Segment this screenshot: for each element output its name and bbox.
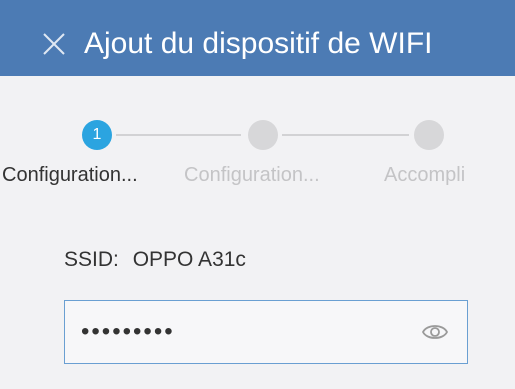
ssid-value: OPPO A31c: [132, 248, 246, 271]
step-1-indicator: 1: [82, 120, 112, 150]
ssid-label: SSID:: [64, 248, 119, 271]
app-header: Ajout du dispositif de WIFI: [0, 0, 515, 76]
close-button[interactable]: [40, 30, 68, 58]
step-connector-1: [116, 134, 241, 136]
password-masked-value: •••••••••: [81, 318, 175, 345]
ssid-info: SSID: OPPO A31c: [64, 246, 246, 274]
password-visibility-toggle[interactable]: [421, 321, 449, 343]
step-1-label: Configuration...: [2, 164, 138, 186]
page-title: Ajout du dispositif de WIFI: [84, 27, 433, 60]
step-3-label: Accompli: [384, 164, 466, 186]
step-3-indicator: [414, 120, 444, 150]
step-2-indicator: [248, 120, 278, 150]
eye-icon: [421, 325, 449, 339]
wifi-password-input[interactable]: •••••••••: [64, 300, 468, 364]
progress-stepper: 1 Configuration... Configuration... Acco…: [0, 100, 515, 210]
close-icon: [43, 33, 65, 55]
step-connector-2: [282, 134, 409, 136]
step-2-label: Configuration...: [184, 164, 320, 186]
wifi-device-add-screen: Ajout du dispositif de WIFI 1 Configurat…: [0, 0, 515, 389]
